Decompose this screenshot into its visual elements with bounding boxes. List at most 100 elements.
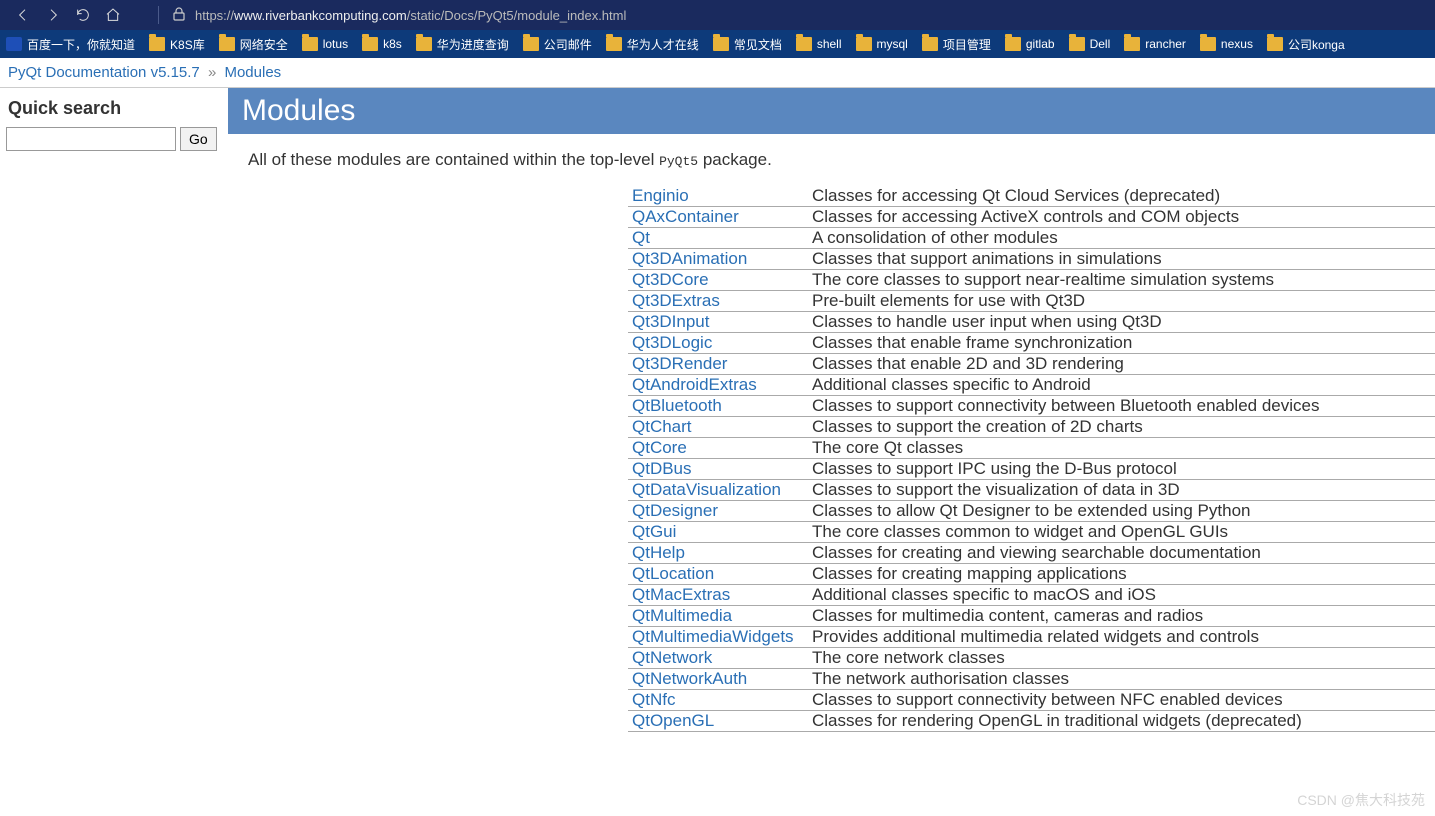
folder-icon (362, 37, 378, 51)
folder-icon (922, 37, 938, 51)
module-link[interactable]: QtOpenGL (632, 711, 714, 730)
module-description: The core classes to support near-realtim… (808, 270, 1435, 291)
module-link[interactable]: QtNfc (632, 690, 675, 709)
folder-icon (796, 37, 812, 51)
module-link[interactable]: QtLocation (632, 564, 714, 583)
bookmark-item[interactable]: 百度一下，你就知道 (6, 36, 135, 53)
folder-icon (302, 37, 318, 51)
bookmark-item[interactable]: K8S库 (149, 36, 205, 53)
module-description: Classes to support connectivity between … (808, 396, 1435, 417)
module-link[interactable]: QtMultimedia (632, 606, 732, 625)
bookmark-item[interactable]: mysql (856, 37, 908, 51)
module-link[interactable]: QtBluetooth (632, 396, 722, 415)
bookmark-label: shell (817, 37, 842, 51)
module-link[interactable]: QtAndroidExtras (632, 375, 757, 394)
module-description: Classes for accessing Qt Cloud Services … (808, 186, 1435, 207)
table-row: QAxContainerClasses for accessing Active… (628, 207, 1435, 228)
bookmark-label: mysql (877, 37, 908, 51)
module-description: Classes to support the creation of 2D ch… (808, 417, 1435, 438)
module-description: Classes that enable 2D and 3D rendering (808, 354, 1435, 375)
bookmark-item[interactable]: 常见文档 (713, 36, 782, 53)
table-row: QtMultimediaWidgetsProvides additional m… (628, 627, 1435, 648)
bookmark-item[interactable]: shell (796, 37, 842, 51)
bookmark-label: 公司邮件 (544, 36, 592, 53)
module-link[interactable]: QtHelp (632, 543, 685, 562)
module-description: Classes for creating and viewing searcha… (808, 543, 1435, 564)
table-row: QtAndroidExtras Additional classes specif… (628, 375, 1435, 396)
module-description: The network authorisation classes (808, 669, 1435, 690)
table-row: Qt3DRender Classes that enable 2D and 3D … (628, 354, 1435, 375)
baidu-icon (6, 37, 22, 51)
bookmark-item[interactable]: nexus (1200, 37, 1253, 51)
module-link[interactable]: Qt3DRender (632, 354, 727, 373)
table-row: Qt3DExtrasPre-built elements for use wit… (628, 291, 1435, 312)
module-link[interactable]: QtNetworkAuth (632, 669, 747, 688)
bookmark-item[interactable]: 公司konga (1267, 36, 1345, 53)
module-link[interactable]: QtMultimediaWidgets (632, 627, 794, 646)
bookmark-label: 百度一下，你就知道 (27, 36, 135, 53)
module-link[interactable]: Qt (632, 228, 650, 247)
bookmark-item[interactable]: Dell (1069, 37, 1111, 51)
breadcrumb: PyQt Documentation v5.15.7 » Modules (0, 58, 1435, 88)
module-link[interactable]: QtDesigner (632, 501, 718, 520)
module-description: Classes to support the visualization of … (808, 480, 1435, 501)
module-description: The core classes common to widget and Op… (808, 522, 1435, 543)
module-link[interactable]: QtGui (632, 522, 676, 541)
url-bar[interactable]: https://www.riverbankcomputing.com/stati… (148, 4, 1427, 26)
bookmark-item[interactable]: 华为进度查询 (416, 36, 509, 53)
module-link[interactable]: QtNetwork (632, 648, 712, 667)
module-link[interactable]: Qt3DExtras (632, 291, 720, 310)
bookmark-item[interactable]: 华为人才在线 (606, 36, 699, 53)
table-row: QtHelp Classes for creating and viewing s… (628, 543, 1435, 564)
bookmark-label: lotus (323, 37, 348, 51)
module-description: Additional classes specific to Android (808, 375, 1435, 396)
table-row: Qt3DInput Classes to handle user input wh… (628, 312, 1435, 333)
search-input[interactable] (6, 127, 176, 151)
module-link[interactable]: Qt3DInput (632, 312, 710, 331)
module-link[interactable]: QtChart (632, 417, 692, 436)
folder-icon (713, 37, 729, 51)
breadcrumb-current[interactable]: Modules (224, 64, 281, 81)
bookmark-item[interactable]: 网络安全 (219, 36, 288, 53)
module-link[interactable]: Qt3DAnimation (632, 249, 747, 268)
module-link[interactable]: QtDataVisualization (632, 480, 781, 499)
module-link[interactable]: Enginio (632, 186, 689, 205)
breadcrumb-separator: » (208, 64, 216, 81)
table-row: Enginio Classes for accessing Qt Cloud Se… (628, 186, 1435, 207)
table-row: QtLocationClasses for creating mapping a… (628, 564, 1435, 585)
bookmark-item[interactable]: k8s (362, 37, 402, 51)
bookmark-item[interactable]: lotus (302, 37, 348, 51)
breadcrumb-root[interactable]: PyQt Documentation v5.15.7 (8, 64, 200, 81)
module-link[interactable]: Qt3DLogic (632, 333, 712, 352)
module-link[interactable]: Qt3DCore (632, 270, 709, 289)
bookmark-item[interactable]: gitlab (1005, 37, 1055, 51)
table-row: QtA consolidation of other modules (628, 228, 1435, 249)
bookmark-label: 项目管理 (943, 36, 991, 53)
folder-icon (1267, 37, 1283, 51)
refresh-button[interactable] (68, 0, 98, 30)
module-link[interactable]: QAxContainer (632, 207, 739, 226)
folder-icon (856, 37, 872, 51)
home-button[interactable] (98, 0, 128, 30)
bookmark-item[interactable]: 项目管理 (922, 36, 991, 53)
folder-icon (1069, 37, 1085, 51)
bookmark-label: 公司konga (1288, 36, 1345, 53)
back-button[interactable] (8, 0, 38, 30)
bookmark-label: Dell (1090, 37, 1111, 51)
folder-icon (1124, 37, 1140, 51)
module-link[interactable]: QtDBus (632, 459, 692, 478)
table-row: QtDBusClasses to support IPC using the D… (628, 459, 1435, 480)
bookmark-label: nexus (1221, 37, 1253, 51)
quick-search-title: Quick search (4, 88, 224, 127)
bookmark-item[interactable]: 公司邮件 (523, 36, 592, 53)
intro-text: All of these modules are contained withi… (228, 134, 1435, 186)
go-button[interactable]: Go (180, 127, 217, 151)
module-description: Classes to handle user input when using … (808, 312, 1435, 333)
module-link[interactable]: QtMacExtras (632, 585, 730, 604)
bookmark-label: K8S库 (170, 36, 205, 53)
forward-button[interactable] (38, 0, 68, 30)
bookmark-item[interactable]: rancher (1124, 37, 1186, 51)
module-description: Classes that support animations in simul… (808, 249, 1435, 270)
module-link[interactable]: QtCore (632, 438, 687, 457)
bookmark-label: 常见文档 (734, 36, 782, 53)
